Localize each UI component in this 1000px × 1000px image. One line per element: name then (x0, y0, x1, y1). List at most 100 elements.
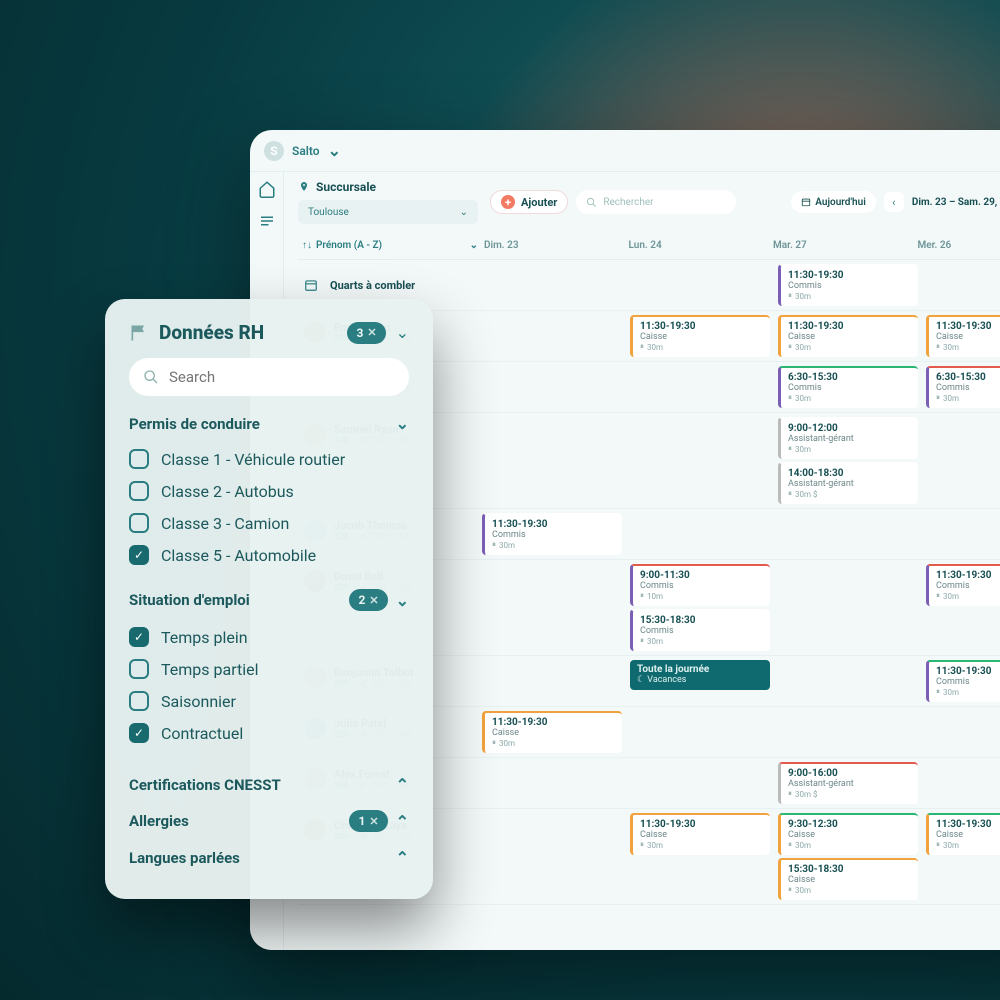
shift-card[interactable]: 9:00-12:00Assistant-gérant ⏸30m (778, 417, 918, 459)
filter-group-collapsed[interactable]: Certifications CNESST ⌃ (129, 767, 409, 802)
schedule-cell[interactable] (478, 809, 626, 904)
schedule-cell[interactable]: Toute la journée☾ Vacances (626, 656, 774, 706)
filter-search-input[interactable] (129, 358, 409, 396)
schedule-cell[interactable] (626, 758, 774, 808)
pin-icon (298, 181, 310, 193)
filter-group-header[interactable]: Situation d'emploi2✕ ⌄ (129, 589, 409, 611)
date-range[interactable]: Dim. 23 – Sam. 29, nov. 2022⌄ (912, 197, 1000, 208)
schedule-cell[interactable] (922, 509, 1000, 559)
shift-card[interactable]: 14:00-18:30Assistant-gérant ⏸30m $ (778, 462, 918, 504)
checkbox[interactable] (129, 449, 149, 469)
shift-card[interactable]: 11:30-19:30Caisse ⏸30m (926, 315, 1000, 357)
shift-card[interactable]: 11:30-19:30Caisse ⏸30m (630, 315, 770, 357)
schedule-cell[interactable]: 9:00-16:00Assistant-gérant ⏸30m $ (774, 758, 922, 808)
schedule-cell[interactable] (774, 707, 922, 757)
schedule-cell[interactable]: 9:00-11:30Commis ⏸10m 15:30-18:30Commis … (626, 560, 774, 655)
chevron-up-icon: ⌃ (396, 812, 409, 831)
schedule-cell[interactable] (478, 311, 626, 361)
chevron-up-icon: ⌃ (396, 775, 409, 794)
group-badge[interactable]: 2✕ (349, 589, 387, 611)
schedule-cell[interactable]: 11:30-19:30Caisse ⏸30m (626, 311, 774, 361)
shift-card[interactable]: 6:30-15:30Commis ⏸30m (926, 366, 1000, 408)
checkbox[interactable] (129, 513, 149, 533)
shift-card[interactable]: 11:30-19:30Caisse ⏸30m (926, 813, 1000, 855)
schedule-cell[interactable]: 11:30-19:30Commis ⏸30m (478, 509, 626, 559)
schedule-cell[interactable]: 11:30-19:30Commis ⏸30m (922, 656, 1000, 706)
branch-select[interactable]: Toulouse⌄ (298, 200, 478, 224)
today-button[interactable]: Aujourd'hui (791, 191, 876, 213)
schedule-cell[interactable]: 11:30-19:30Commis ⏸30m (922, 560, 1000, 655)
schedule-cell[interactable] (922, 758, 1000, 808)
filter-option[interactable]: Classe 1 - Véhicule routier (129, 443, 409, 475)
home-icon[interactable] (258, 180, 276, 198)
schedule-cell[interactable] (922, 413, 1000, 508)
schedule-cell[interactable] (626, 707, 774, 757)
checkbox[interactable] (129, 691, 149, 711)
schedule-cell[interactable]: 11:30-19:30Caisse ⏸30m (774, 311, 922, 361)
group-badge[interactable]: 1✕ (349, 810, 387, 832)
shift-card[interactable]: 6:30-15:30Commis ⏸30m (778, 366, 918, 408)
brand-menu-chevron-icon[interactable]: ⌄ (328, 141, 341, 160)
shift-card[interactable]: 15:30-18:30Commis ⏸30m (630, 609, 770, 651)
shift-card[interactable]: 11:30-19:30Caisse ⏸30m (778, 315, 918, 357)
shift-card[interactable]: 11:30-19:30Caisse ⏸30m (482, 711, 622, 753)
shift-card[interactable]: 11:30-19:30Commis ⏸30m (926, 564, 1000, 606)
shift-card[interactable]: 9:30-12:30Caisse ⏸30m (778, 813, 918, 855)
filter-option[interactable]: ✓ Temps plein (129, 621, 409, 653)
list-icon[interactable] (258, 212, 276, 230)
shift-allday[interactable]: Toute la journée☾ Vacances (630, 660, 770, 690)
filter-option[interactable]: Classe 3 - Camion (129, 507, 409, 539)
schedule-cell[interactable]: 9:30-12:30Caisse ⏸30m 15:30-18:30Caisse … (774, 809, 922, 904)
schedule-cell[interactable] (478, 413, 626, 508)
schedule-cell[interactable]: 11:30-19:30Caisse ⏸30m (478, 707, 626, 757)
filter-group-header[interactable]: Permis de conduire ⌄ (129, 414, 409, 433)
shift-card[interactable]: 9:00-11:30Commis ⏸10m (630, 564, 770, 606)
prev-week-button[interactable]: ‹ (884, 192, 904, 212)
checkbox[interactable]: ✓ (129, 627, 149, 647)
filter-group-collapsed[interactable]: Langues parlées ⌃ (129, 840, 409, 875)
shift-card[interactable]: 11:30-19:30Commis ⏸30m (482, 513, 622, 555)
schedule-cell[interactable]: 11:30-19:30Caisse ⏸30m (626, 809, 774, 904)
schedule-cell[interactable] (478, 362, 626, 412)
filter-option[interactable]: ✓ Contractuel (129, 717, 409, 749)
schedule-cell[interactable]: 11:30-19:30Caisse ⏸30m (922, 809, 1000, 904)
chevron-down-icon[interactable]: ⌄ (396, 323, 409, 342)
calendar-icon (304, 278, 318, 292)
schedule-cell[interactable] (626, 362, 774, 412)
schedule-cell[interactable]: 9:00-12:00Assistant-gérant ⏸30m 14:00-18… (774, 413, 922, 508)
filter-option[interactable]: ✓ Classe 5 - Automobile (129, 539, 409, 571)
filter-group: Situation d'emploi2✕ ⌄ ✓ Temps plein Tem… (129, 589, 409, 749)
checkbox[interactable]: ✓ (129, 545, 149, 565)
search-input[interactable]: Rechercher (576, 190, 736, 214)
schedule-cell[interactable] (774, 509, 922, 559)
checkbox[interactable]: ✓ (129, 723, 149, 743)
sort-dropdown[interactable]: ↑↓Prénom (A - Z)⌄ (298, 236, 478, 255)
schedule-cell[interactable] (774, 560, 922, 655)
grid-header: ↑↓Prénom (A - Z)⌄ Dim. 23 Lun. 24 Mar. 2… (298, 232, 1000, 260)
schedule-cell[interactable] (478, 758, 626, 808)
checkbox[interactable] (129, 481, 149, 501)
shift-card[interactable]: 15:30-18:30Caisse ⏸30m (778, 858, 918, 900)
schedule-cell[interactable] (774, 656, 922, 706)
schedule-cell[interactable] (478, 656, 626, 706)
filter-group-collapsed[interactable]: Allergies1✕ ⌃ (129, 802, 409, 840)
schedule-cell[interactable]: 11:30-19:30Caisse ⏸30m (922, 311, 1000, 361)
schedule-cell[interactable] (626, 509, 774, 559)
schedule-cell[interactable]: 6:30-15:30Commis ⏸30m (774, 362, 922, 412)
filter-option[interactable]: Classe 2 - Autobus (129, 475, 409, 507)
schedule-cell[interactable] (478, 560, 626, 655)
shift-card[interactable]: 11:30-19:30Caisse ⏸30m (630, 813, 770, 855)
filter-option[interactable]: Saisonnier (129, 685, 409, 717)
schedule-cell[interactable] (922, 707, 1000, 757)
shift-card[interactable]: 11:30-19:30Commis ⏸30m (778, 264, 918, 306)
filter-option[interactable]: Temps partiel (129, 653, 409, 685)
checkbox[interactable] (129, 659, 149, 679)
add-button[interactable]: + Ajouter (490, 190, 568, 214)
schedule-cell[interactable] (626, 413, 774, 508)
schedule-cell[interactable]: 6:30-15:30Commis ⏸30m (922, 362, 1000, 412)
active-filters-badge[interactable]: 3✕ (347, 322, 385, 344)
shift-card[interactable]: 9:00-16:00Assistant-gérant ⏸30m $ (778, 762, 918, 804)
day-header: Mer. 26 (912, 236, 1000, 255)
shift-card[interactable]: 11:30-19:30Commis ⏸30m (926, 660, 1000, 702)
close-icon[interactable]: ✕ (367, 326, 376, 339)
